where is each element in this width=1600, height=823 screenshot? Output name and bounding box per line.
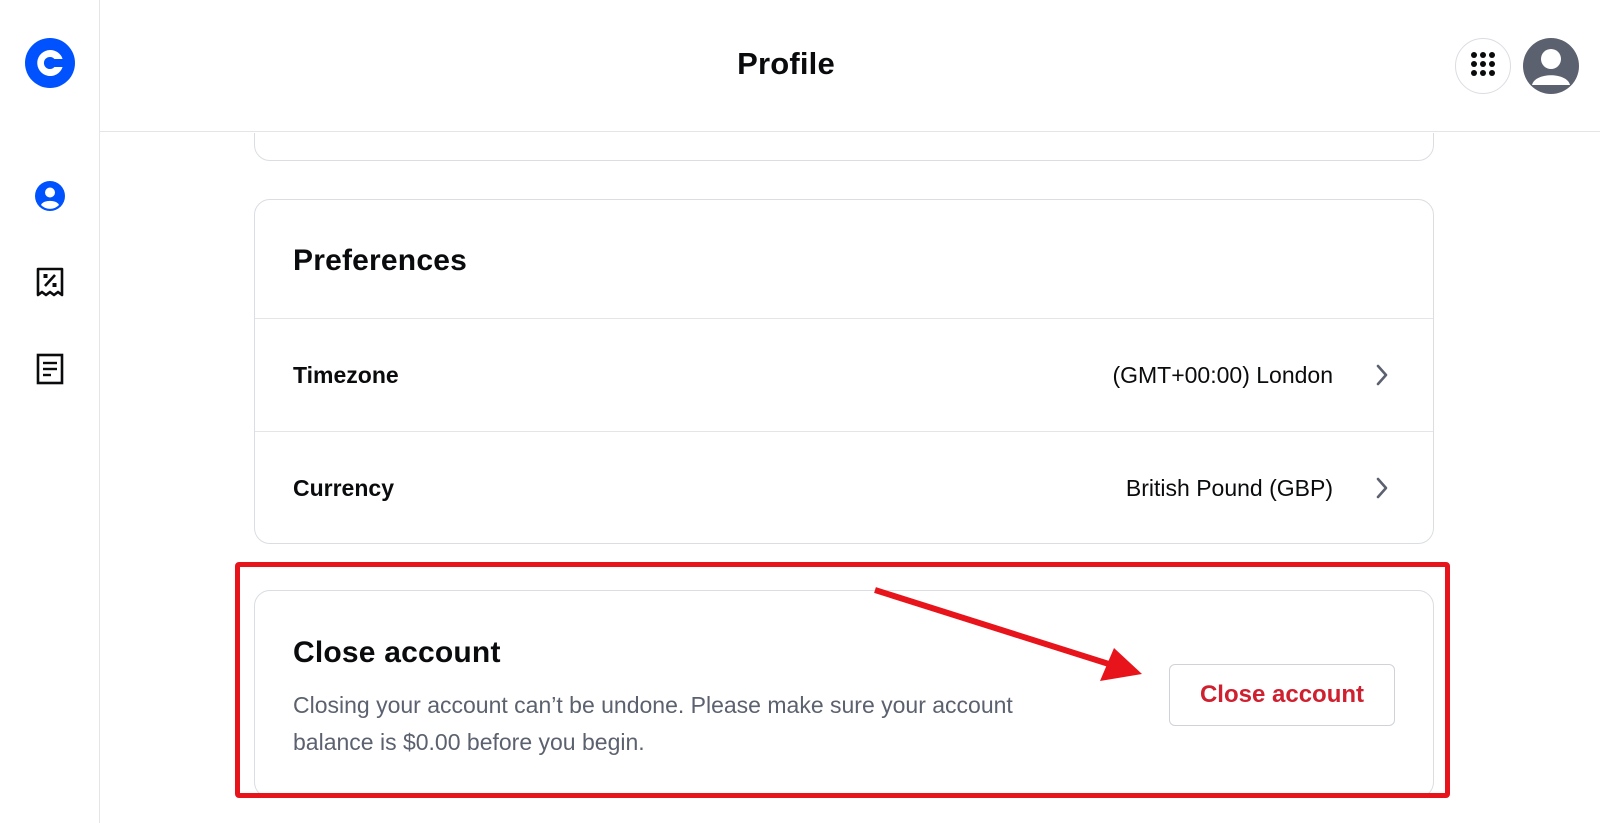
currency-row[interactable]: Currency British Pound (GBP) xyxy=(255,432,1433,544)
sidebar xyxy=(0,0,100,823)
apps-menu-button[interactable] xyxy=(1455,38,1511,94)
document-icon xyxy=(35,353,65,390)
currency-label: Currency xyxy=(293,474,394,501)
timezone-value: (GMT+00:00) London xyxy=(1112,361,1333,388)
currency-value: British Pound (GBP) xyxy=(1125,474,1333,501)
chevron-right-icon xyxy=(1371,477,1393,499)
close-account-description: Closing your account can’t be undone. Pl… xyxy=(293,692,1013,755)
main-content[interactable]: Preferences Timezone (GMT+00:00) London … xyxy=(100,133,1600,823)
timezone-row[interactable]: Timezone (GMT+00:00) London xyxy=(255,319,1433,431)
user-circle-icon xyxy=(34,180,66,217)
previous-section-card xyxy=(254,133,1434,161)
close-account-button[interactable]: Close account xyxy=(1169,664,1395,726)
timezone-label: Timezone xyxy=(293,361,399,388)
sidebar-item-profile[interactable] xyxy=(34,180,66,217)
preferences-title: Preferences xyxy=(293,244,467,277)
top-header: Profile xyxy=(100,0,1600,132)
user-avatar-icon xyxy=(1523,49,1579,94)
page-title: Profile xyxy=(737,46,835,81)
chevron-right-icon xyxy=(1371,364,1393,386)
close-account-card: Close account Closing your account can’t… xyxy=(254,590,1434,798)
close-account-title: Close account xyxy=(293,636,501,669)
sidebar-item-offers[interactable] xyxy=(34,266,66,303)
sidebar-item-documents[interactable] xyxy=(34,353,66,390)
grid-dots-icon xyxy=(1470,51,1496,82)
user-avatar[interactable] xyxy=(1523,38,1579,94)
preferences-card: Preferences Timezone (GMT+00:00) London … xyxy=(254,199,1434,544)
coinbase-logo[interactable] xyxy=(25,38,75,88)
receipt-percent-icon xyxy=(35,266,65,303)
